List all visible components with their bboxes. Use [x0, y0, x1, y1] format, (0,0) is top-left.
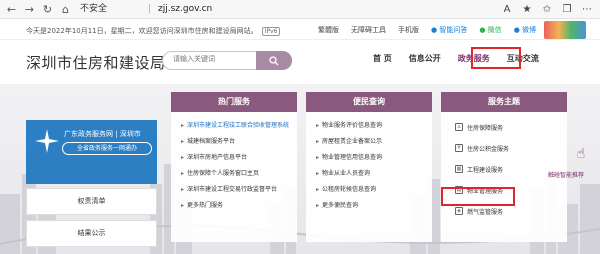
list-item[interactable]: ▸ 深圳市建设工程竣工联合验收管理系统: [181, 122, 297, 129]
list-item[interactable]: ▸ 公租房轮候信息查询: [316, 186, 432, 193]
date-welcome: 今天是2022年10月11日，星期二，欢迎您访问深圳市住房和建设局网站。 IPv6: [26, 26, 281, 36]
one-stop-service-button[interactable]: 全省政务服务一网通办: [62, 142, 152, 155]
power-list-button[interactable]: 权责清单: [26, 188, 157, 215]
collections-icon[interactable]: ❐: [560, 2, 574, 17]
gov-service-logo-icon: [35, 129, 59, 153]
traditional-chinese-link[interactable]: 繁體版: [318, 25, 339, 35]
back-icon[interactable]: ←: [4, 2, 19, 17]
list-item[interactable]: ▸ 物业服务评价信息查询: [316, 122, 432, 129]
list-item[interactable]: ▸ 住房保障个人服务窗口主页: [181, 170, 297, 177]
browser-toolbar: ← → ↻ ⌂ 不安全 | zjj.sz.gov.cn A ★ ✩ ❐ ⋯: [0, 0, 600, 19]
nav-home[interactable]: 首 页: [373, 53, 392, 64]
home-icon[interactable]: ⌂: [58, 2, 73, 17]
panel-title: 热门服务: [171, 92, 297, 112]
convenience-query-panel: 便民查询 ▸ 物业服务评价信息查询 ▸ 房屋租赁企业备案公示 ▸ 物业管理信用信息查询…: [306, 92, 432, 242]
theme-housing-security[interactable]: ⌂ 住房保障服务: [455, 122, 567, 132]
list-item[interactable]: ▸ 城建档案服务平台: [181, 138, 297, 145]
site-title[interactable]: 深圳市住房和建设局: [26, 52, 166, 73]
smart-qa-link[interactable]: ● 智能问答: [431, 25, 467, 35]
forward-icon[interactable]: →: [22, 2, 37, 17]
mobile-link[interactable]: 手机版: [398, 25, 419, 35]
gov-card-title: 广东政务服务网 | 深圳市: [64, 130, 141, 138]
theme-provident-fund[interactable]: ¥ 住房公积金服务: [455, 143, 567, 153]
gd-gov-service-card[interactable]: 广东政务服务网 | 深圳市 全省政务服务一网通办: [26, 120, 157, 184]
weibo-link[interactable]: ● 微博: [514, 25, 536, 35]
building-icon: ▦: [455, 165, 463, 173]
accessibility-link[interactable]: 无障碍工具: [351, 25, 386, 35]
theme-gas-supervision[interactable]: ◈ 燃气监管服务: [455, 206, 567, 216]
browser-actions: A ★ ✩ ❐ ⋯: [500, 2, 594, 17]
hot-services-list: ▸ 深圳市建设工程竣工联合验收管理系统 ▸ 城建档案服务平台 ▸ 深圳市房地产信息平台…: [171, 112, 297, 209]
main-nav: 首 页 信息公开 政务服务 互动交流: [373, 53, 556, 64]
hot-services-panel: 热门服务 ▸ 深圳市建设工程竣工联合验收管理系统 ▸ 城建档案服务平台 ▸ 深圳市房地…: [171, 92, 297, 242]
gas-icon: ◈: [455, 207, 463, 215]
site-emblem: [544, 21, 586, 39]
top-info-bar: 今天是2022年10月11日，星期二，欢迎您访问深圳市住房和建设局网站。 IPv6…: [0, 20, 600, 40]
ipv6-badge: IPv6: [261, 27, 281, 36]
list-item[interactable]: ▸ 深圳市房地产信息平台: [181, 154, 297, 161]
list-item[interactable]: ▸ 房屋租赁企业备案公示: [316, 138, 432, 145]
site-header: 深圳市住房和建设局 首 页 信息公开 政务服务 互动交流: [0, 41, 600, 83]
touch-hand-icon[interactable]: ☝: [570, 143, 592, 165]
list-item[interactable]: ▸ 深圳市建设工程交易行政监督平台: [181, 186, 297, 193]
smart-recommend-label[interactable]: 触碰智能推荐: [548, 170, 584, 179]
search-input[interactable]: [173, 55, 253, 63]
list-item[interactable]: ▸ 物业管理信用信息查询: [316, 154, 432, 161]
more-link[interactable]: ▸ 更多便民查询: [316, 202, 432, 209]
address-bar-url[interactable]: zjj.sz.gov.cn: [158, 3, 212, 16]
panel-title: 便民查询: [306, 92, 432, 112]
theme-highlight-box: [441, 187, 515, 206]
address-separator: |: [148, 4, 152, 14]
favorites-list-icon[interactable]: ✩: [540, 2, 554, 17]
nav-highlight-box: [471, 47, 521, 69]
search-button[interactable]: [256, 51, 292, 70]
reload-icon[interactable]: ↻: [40, 2, 55, 17]
security-warning[interactable]: 不安全: [80, 3, 107, 16]
nav-info-disclosure[interactable]: 信息公开: [409, 53, 441, 64]
convenience-query-list: ▸ 物业服务评价信息查询 ▸ 房屋租赁企业备案公示 ▸ 物业管理信用信息查询 ▸ 物业从…: [306, 112, 432, 209]
fund-icon: ¥: [455, 144, 463, 152]
favorite-icon[interactable]: ★: [520, 2, 534, 17]
search-box: [162, 51, 292, 70]
list-item[interactable]: ▸ 物业从业人员查询: [316, 170, 432, 177]
panel-title: 服务主题: [441, 92, 567, 112]
more-icon[interactable]: ⋯: [580, 2, 594, 17]
wechat-link[interactable]: ● 微信: [479, 25, 501, 35]
result-publicity-button[interactable]: 结果公示: [26, 220, 157, 247]
more-link[interactable]: ▸ 更多热门服务: [181, 202, 297, 209]
house-icon: ⌂: [455, 123, 463, 131]
search-icon: [269, 55, 279, 65]
service-themes-panel: 服务主题 ⌂ 住房保障服务 ¥ 住房公积金服务 ▦ 工程建设服务 ▤ 物业管理服务 ◈ 燃…: [441, 92, 567, 242]
top-links: 繁體版 无障碍工具 手机版 ● 智能问答 ● 微信 ● 微博: [318, 25, 536, 35]
read-aloud-icon[interactable]: A: [500, 2, 514, 17]
